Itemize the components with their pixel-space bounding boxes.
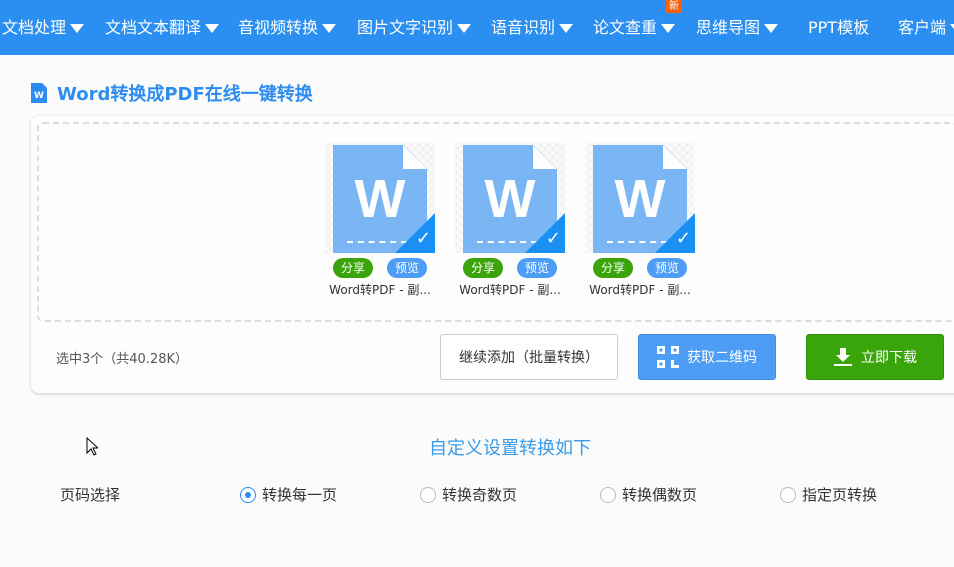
radio-label: 转换偶数页 xyxy=(622,486,698,504)
nav-item-plagiarism[interactable]: 论文查重 xyxy=(593,14,676,38)
radio-every-page[interactable]: 转换每一页 xyxy=(240,484,337,505)
radio-icon[interactable] xyxy=(600,486,616,503)
top-nav: 文档处理 文档文本翻译 音视频转换 图片文字识别 语音识别 论文查重 新 思维导… xyxy=(0,0,954,55)
file-card: W ✓ 分享 预览 Word转PDF - 副... xyxy=(325,143,435,298)
get-qr-button[interactable]: 获取二维码 xyxy=(638,334,776,380)
file-thumbnail[interactable]: W ✓ xyxy=(585,143,695,253)
radio-even-pages[interactable]: 转换偶数页 xyxy=(600,484,697,505)
file-name: Word转PDF - 副... xyxy=(329,283,431,297)
nav-label: 音视频转换 xyxy=(238,18,319,37)
radio-label: 转换每一页 xyxy=(262,486,338,504)
page-title-text: Word转换成PDF在线一键转换 xyxy=(57,84,313,105)
download-button[interactable]: 立即下载 xyxy=(806,334,944,380)
nav-item-ppt[interactable]: PPT模板 xyxy=(808,14,869,38)
caret-down-icon xyxy=(950,24,954,33)
caret-down-icon xyxy=(559,24,574,33)
share-button[interactable]: 分享 xyxy=(593,258,633,278)
preview-button[interactable]: 预览 xyxy=(647,258,687,278)
file-card: W ✓ 分享 预览 Word转PDF - 副... xyxy=(585,143,695,298)
nav-label: 图片文字识别 xyxy=(357,18,454,37)
dash-line xyxy=(607,241,667,243)
nav-label: 语音识别 xyxy=(491,18,556,37)
caret-down-icon xyxy=(457,24,472,33)
word-file-icon: W xyxy=(31,83,47,103)
nav-item-doc-processing[interactable]: 文档处理 xyxy=(2,14,85,38)
dash-line xyxy=(477,241,537,243)
nav-label: 文档处理 xyxy=(2,18,67,37)
preview-button[interactable]: 预览 xyxy=(517,258,557,278)
nav-label: 文档文本翻译 xyxy=(105,18,202,37)
nav-item-translation[interactable]: 文档文本翻译 xyxy=(105,14,220,38)
nav-item-ocr[interactable]: 图片文字识别 xyxy=(357,14,472,38)
new-badge: 新 xyxy=(666,0,682,13)
file-card: W ✓ 分享 预览 Word转PDF - 副... xyxy=(455,143,565,298)
nav-label: 论文查重 xyxy=(593,18,658,37)
button-label: 获取二维码 xyxy=(687,350,757,366)
radio-icon[interactable] xyxy=(240,486,256,503)
page-fold xyxy=(403,145,427,169)
share-button[interactable]: 分享 xyxy=(333,258,373,278)
file-name: Word转PDF - 副... xyxy=(589,283,691,297)
caret-down-icon xyxy=(661,24,676,33)
label-text: 页码选择 xyxy=(60,486,121,504)
settings-heading: 自定义设置转换如下 xyxy=(429,438,591,459)
nav-label: 思维导图 xyxy=(696,18,761,37)
radio-label: 指定页转换 xyxy=(802,486,878,504)
caret-down-icon xyxy=(70,24,85,33)
nav-label: PPT模板 xyxy=(808,18,870,37)
selection-summary: 选中3个（共40.28K） xyxy=(56,352,189,367)
button-label: 继续添加（批量转换） xyxy=(459,350,599,366)
nav-item-speech[interactable]: 语音识别 xyxy=(491,14,574,38)
nav-item-client[interactable]: 客户端 xyxy=(898,14,954,38)
nav-item-av-convert[interactable]: 音视频转换 xyxy=(238,14,337,38)
file-thumbnail[interactable]: W ✓ xyxy=(455,143,565,253)
qr-code-icon xyxy=(657,346,679,368)
nav-item-mindmap[interactable]: 思维导图 xyxy=(696,14,779,38)
button-label: 立即下载 xyxy=(861,350,917,366)
radio-label: 转换奇数页 xyxy=(442,486,518,504)
dash-line xyxy=(347,241,407,243)
mouse-cursor-icon xyxy=(86,437,98,456)
nav-label: 客户端 xyxy=(898,18,947,37)
radio-odd-pages[interactable]: 转换奇数页 xyxy=(420,484,517,505)
page-title: W Word转换成PDF在线一键转换 xyxy=(31,80,313,106)
add-more-button[interactable]: 继续添加（批量转换） xyxy=(440,334,618,380)
caret-down-icon xyxy=(205,24,220,33)
caret-down-icon xyxy=(764,24,779,33)
page-select-label: 页码选择 xyxy=(60,484,120,505)
radio-icon[interactable] xyxy=(420,486,436,503)
preview-button[interactable]: 预览 xyxy=(387,258,427,278)
radio-icon[interactable] xyxy=(780,486,796,503)
radio-specific-pages[interactable]: 指定页转换 xyxy=(780,484,877,505)
share-button[interactable]: 分享 xyxy=(463,258,503,278)
download-icon xyxy=(834,348,852,366)
file-name: Word转PDF - 副... xyxy=(459,283,561,297)
caret-down-icon xyxy=(322,24,337,33)
file-thumbnail[interactable]: W ✓ xyxy=(325,143,435,253)
